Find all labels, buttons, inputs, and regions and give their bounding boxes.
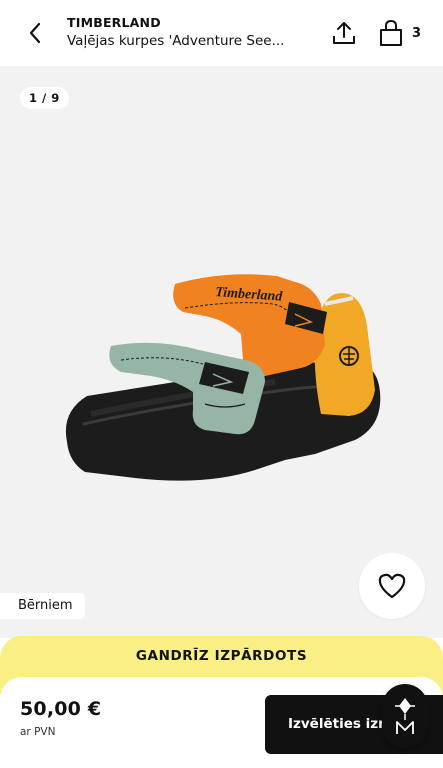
- chevron-left-icon: [29, 22, 41, 44]
- share-icon: [333, 22, 355, 44]
- assistant-button[interactable]: [382, 684, 428, 748]
- back-button[interactable]: [20, 18, 50, 48]
- product-image-gallery[interactable]: 1 / 9 Timberland Bērniem: [0, 66, 443, 638]
- purchase-bar: 50,00 € ar PVN Izvēlēties izmēru: [0, 677, 443, 768]
- vat-note: ar PVN: [20, 726, 56, 738]
- shopping-bag-button[interactable]: 3: [378, 17, 430, 49]
- assistant-logo-icon: [395, 698, 415, 734]
- category-tag: Bērniem: [0, 593, 85, 619]
- product-heading: TIMBERLAND Vaļējas kurpes 'Adventure See…: [67, 15, 307, 51]
- share-button[interactable]: [329, 18, 359, 48]
- product-image-sandal: Timberland: [65, 274, 381, 481]
- almost-sold-out-text: GANDRĪZ IZPĀRDOTS: [135, 648, 308, 664]
- image-counter: 1 / 9: [20, 87, 69, 109]
- bag-count-badge: 3: [412, 25, 422, 41]
- favorite-button[interactable]: [359, 553, 425, 619]
- heart-icon: [378, 573, 406, 599]
- price: 50,00 €: [20, 698, 102, 720]
- shopping-bag-icon: [380, 19, 402, 46]
- brand-name: TIMBERLAND: [67, 15, 161, 30]
- top-bar: TIMBERLAND Vaļējas kurpes 'Adventure See…: [0, 0, 443, 66]
- product-name: Vaļējas kurpes 'Adventure See...: [67, 33, 285, 49]
